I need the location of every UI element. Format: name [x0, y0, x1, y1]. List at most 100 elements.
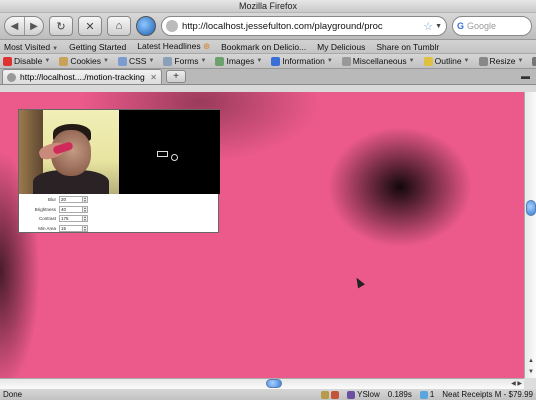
- images-icon: [215, 56, 225, 66]
- status-addon-icons: [321, 390, 340, 399]
- devtool-label: Resize: [489, 56, 516, 66]
- min-area-label: Min Area: [38, 225, 56, 231]
- min-area-stepper[interactable]: ▲ ▼: [83, 224, 88, 232]
- blur-control: Blur ▲▼: [19, 195, 139, 204]
- blur-stepper[interactable]: ▲ ▼: [83, 196, 88, 203]
- bookmark-item[interactable]: Bookmark on Delicio...: [221, 42, 306, 52]
- reload-icon: ↻: [56, 20, 66, 33]
- devtool-label: Outline: [434, 56, 462, 66]
- reload-button[interactable]: ↻: [49, 16, 73, 36]
- web-developer-toolbar: Disable ▼ Cookies ▼ CSS ▼ Forms ▼ Images ▼ Informa…: [0, 54, 536, 69]
- mouse-cursor-icon: [353, 275, 365, 289]
- brightness-input[interactable]: [59, 205, 83, 213]
- brightness-stepper[interactable]: ▲ ▼: [83, 205, 88, 213]
- tab-strip: http://localhost..../motion-tracking ✕ +…: [0, 69, 536, 85]
- tab-list-icon[interactable]: ▬: [521, 71, 530, 81]
- devtool-forms-menu[interactable]: Forms ▼: [163, 56, 206, 66]
- devtool-css-menu[interactable]: CSS ▼: [117, 56, 154, 66]
- url-bar[interactable]: http://localhost.jessefulton.com/playgro…: [161, 16, 447, 36]
- site-extension-icon[interactable]: [136, 16, 156, 36]
- devtool-tools-menu[interactable]: Too: [532, 56, 536, 66]
- firebug-icon[interactable]: [331, 390, 340, 399]
- vertical-scrollbar[interactable]: ▲ ▼: [524, 92, 536, 378]
- bookmark-item[interactable]: Share on Tumblr: [376, 42, 439, 52]
- css-icon: [117, 56, 127, 66]
- back-button[interactable]: ◀: [5, 17, 24, 35]
- tools-icon: [532, 56, 536, 66]
- chevron-down-icon: ▼: [200, 58, 207, 64]
- horizontal-scroll-thumb[interactable]: [266, 379, 282, 388]
- bookmark-item[interactable]: Most Visited ▼: [4, 42, 58, 52]
- vertical-scroll-thumb[interactable]: [526, 200, 536, 216]
- devtool-label: Disable: [14, 56, 43, 66]
- twitter-icon: [419, 390, 428, 399]
- contrast-control: Contrast ▲▼: [19, 214, 139, 223]
- motion-detection-canvas: [119, 110, 220, 194]
- bookmark-item[interactable]: Latest Headlines ⊛: [137, 41, 210, 52]
- contrast-label: Contrast: [38, 216, 56, 221]
- url-text[interactable]: http://localhost.jessefulton.com/playgro…: [182, 21, 421, 32]
- bookmark-item[interactable]: My Delicious: [317, 42, 365, 52]
- horizontal-scrollbar[interactable]: ◀ ▶: [0, 378, 524, 389]
- horizontal-scroll-arrows[interactable]: ◀ ▶: [511, 379, 522, 389]
- lock-icon[interactable]: [321, 390, 330, 399]
- min-area-control: Min Area ▲▼: [19, 224, 139, 233]
- min-area-input[interactable]: [59, 224, 83, 232]
- outline-icon: [423, 56, 433, 66]
- webcam-video: [19, 110, 119, 194]
- chevron-down-icon: ▼: [408, 58, 415, 64]
- load-time: 0.189s: [387, 390, 412, 399]
- twitter-status[interactable]: 1: [419, 390, 435, 399]
- chevron-down-icon: ▼: [517, 58, 524, 64]
- devtool-label: Cookies: [70, 56, 102, 66]
- devtool-images-menu[interactable]: Images ▼: [215, 56, 262, 66]
- home-icon: ⌂: [115, 20, 123, 32]
- brightness-control: Brightness ▲▼: [19, 205, 139, 214]
- brightness-label: Brightness: [34, 206, 56, 212]
- page-favicon-icon: [7, 72, 16, 82]
- motion-tracker-panel: Blur ▲▼ Brightness ▲▼ Contrast ▲▼ Min Ar…: [18, 109, 220, 233]
- forward-button[interactable]: ▶: [24, 17, 43, 35]
- resize-icon: [478, 56, 488, 66]
- devtool-resize-menu[interactable]: Resize ▼: [478, 56, 524, 66]
- status-text: Done: [3, 390, 23, 399]
- chevron-down-icon: ▼: [256, 58, 263, 64]
- chevron-down-icon: ▼: [326, 58, 333, 64]
- bookmarks-toolbar: Most Visited ▼ Getting Started Latest Hea…: [0, 40, 536, 54]
- devtool-outline-menu[interactable]: Outline ▼: [423, 56, 470, 66]
- devtool-label: Forms: [174, 56, 199, 66]
- devtool-disable-menu[interactable]: Disable ▼: [3, 56, 50, 66]
- contrast-input[interactable]: [59, 215, 83, 222]
- window-title: Mozilla Firefox: [0, 0, 536, 13]
- devtool-label: Images: [226, 56, 255, 66]
- tab-label: http://localhost..../motion-tracking: [20, 72, 145, 82]
- vertical-scroll-arrows[interactable]: ▲ ▼: [525, 356, 536, 378]
- new-tab-button[interactable]: +: [166, 70, 186, 83]
- scrollbar-corner: [524, 378, 536, 389]
- home-button[interactable]: ⌂: [107, 16, 131, 36]
- tracker-controls: Blur ▲▼ Brightness ▲▼ Contrast ▲▼ Min Ar…: [19, 195, 139, 233]
- neat-receipts-ad[interactable]: Neat Receipts M - $79.99: [442, 390, 533, 399]
- blur-input[interactable]: [59, 196, 83, 203]
- yslow-status[interactable]: YSlow: [347, 390, 380, 399]
- google-icon: G: [457, 21, 465, 31]
- disable-icon: [3, 56, 12, 66]
- close-icon[interactable]: ✕: [150, 73, 157, 82]
- devtool-info-menu[interactable]: Information ▼: [271, 56, 333, 66]
- contrast-stepper[interactable]: ▲ ▼: [83, 215, 88, 222]
- cookie-icon: [59, 56, 69, 66]
- search-input[interactable]: G Google: [452, 16, 532, 36]
- devtool-misc-menu[interactable]: Miscellaneous ▼: [341, 56, 415, 66]
- search-placeholder: Google: [467, 21, 497, 31]
- chevron-down-icon: ▼: [52, 45, 59, 52]
- twitter-count: 1: [429, 390, 435, 399]
- stop-button[interactable]: ✕: [78, 16, 102, 36]
- blur-label: Blur: [47, 197, 56, 202]
- info-icon: [271, 56, 281, 66]
- devtool-cookie-menu[interactable]: Cookies ▼: [59, 56, 109, 66]
- bookmark-star-icon[interactable]: ☆: [423, 20, 433, 33]
- chevron-down-icon[interactable]: ▼: [435, 23, 442, 30]
- tab-motion-tracking[interactable]: http://localhost..../motion-tracking ✕: [2, 69, 162, 84]
- bookmark-item[interactable]: Getting Started: [69, 42, 126, 52]
- yslow-label: YSlow: [357, 390, 380, 399]
